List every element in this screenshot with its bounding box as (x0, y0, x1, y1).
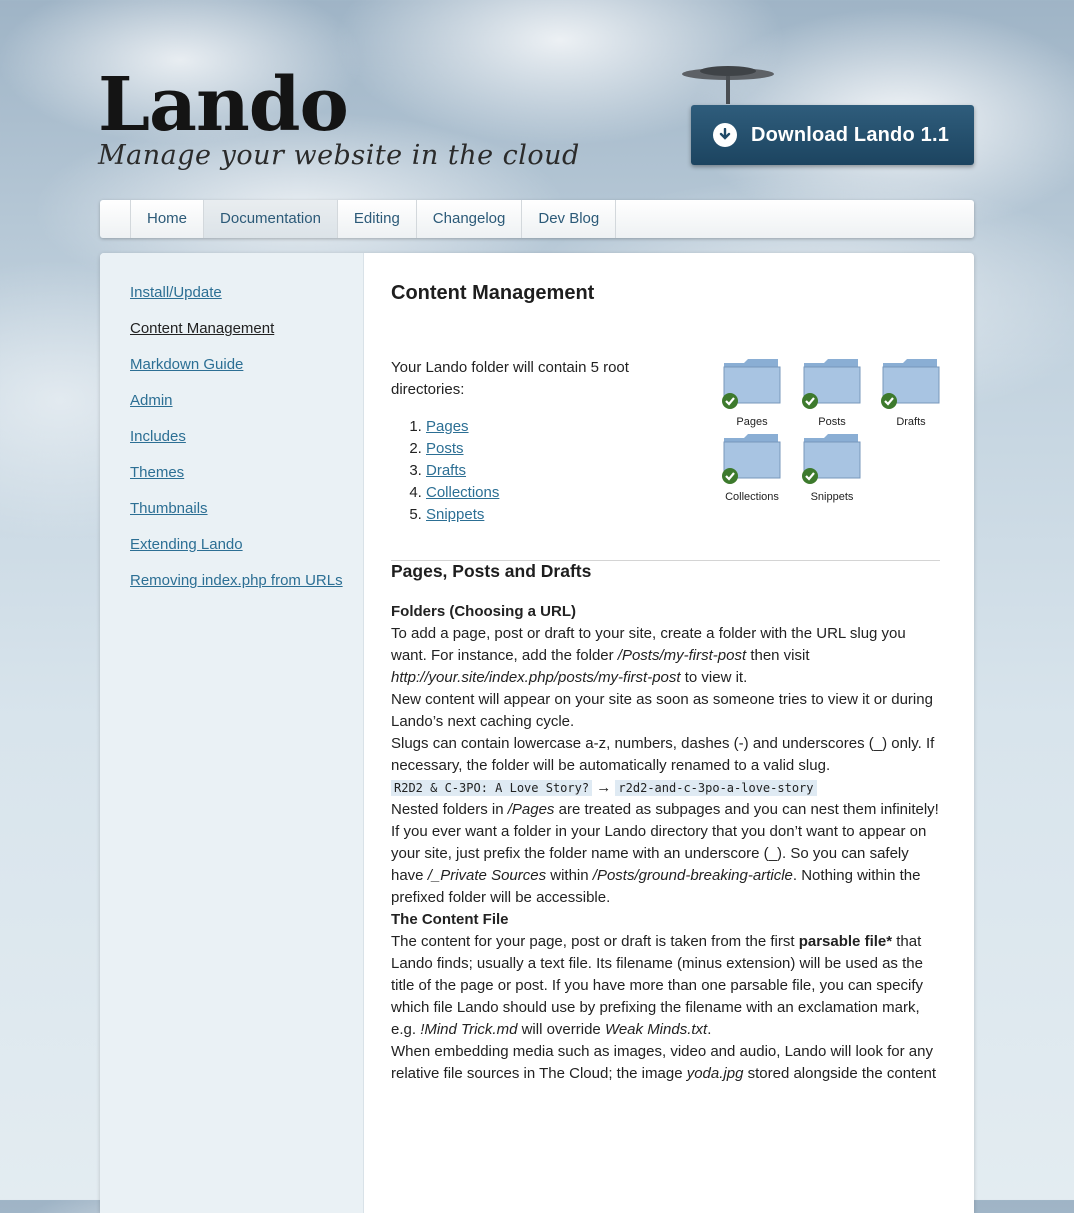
section-title: Pages, Posts and Drafts (391, 561, 592, 581)
sidebar-item-thumbnails[interactable]: Thumbnails (130, 500, 208, 517)
download-icon (713, 123, 737, 147)
download-button[interactable]: Download Lando 1.1 (691, 105, 974, 165)
link-collections[interactable]: Collections (426, 484, 499, 501)
nav-home[interactable]: Home (130, 200, 203, 238)
content-file-heading: The Content File (391, 911, 509, 928)
folder-icon (722, 359, 781, 409)
page-title: Content Management (391, 282, 595, 304)
folder-icon (881, 359, 940, 409)
list-item: Posts (426, 438, 499, 460)
sidebar-item-content-management[interactable]: Content Management (130, 320, 274, 337)
intro-section: Content Management Your Lando folder wil… (391, 282, 943, 523)
list-item: Drafts (426, 460, 499, 482)
sidebar: Install/Update Content Management Markdo… (100, 253, 364, 1213)
nav-documentation[interactable]: Documentation (203, 200, 337, 238)
link-posts[interactable]: Posts (426, 440, 464, 457)
folders-heading: Folders (Choosing a URL) (391, 603, 576, 620)
sidebar-item-markdown-guide[interactable]: Markdown Guide (130, 356, 243, 373)
folder-icon (802, 359, 861, 409)
nav-changelog[interactable]: Changelog (415, 200, 522, 238)
link-pages[interactable]: Pages (426, 418, 469, 435)
download-label: Download Lando 1.1 (751, 123, 950, 146)
nav-dev-blog[interactable]: Dev Blog (521, 200, 617, 238)
logo-title: Lando (98, 62, 349, 148)
folder-label: Posts (818, 416, 846, 428)
paragraph-folders: To add a page, post or draft to your sit… (391, 625, 906, 686)
list-item: Collections (426, 482, 499, 504)
paragraph-nested: Nested folders in /Pages are treated as … (391, 801, 939, 818)
paragraph-media: When embedding media such as images, vid… (391, 1043, 937, 1082)
folder-posts: Posts (800, 357, 864, 428)
root-dirs-list: Pages Posts Drafts Collections Snippets (391, 416, 499, 526)
link-drafts[interactable]: Drafts (426, 462, 466, 479)
paragraph-slugs: Slugs can contain lowercase a-z, numbers… (391, 735, 935, 774)
sidebar-item-includes[interactable]: Includes (130, 428, 186, 445)
folder-label: Snippets (810, 491, 854, 503)
logo-tagline: Manage your website in the cloud (98, 140, 580, 171)
sidebar-item-install-update[interactable]: Install/Update (130, 284, 222, 301)
paragraph-private: If you ever want a folder in your Lando … (391, 823, 927, 906)
code-to: r2d2-and-c-3po-a-love-story (615, 780, 817, 796)
folder-collections: Collections (720, 432, 784, 503)
folder-label: Collections (725, 491, 779, 503)
paragraph-content-file: The content for your page, post or draft… (391, 933, 923, 1038)
sidebar-item-extending-lando[interactable]: Extending Lando (130, 536, 243, 553)
nav-editing[interactable]: Editing (336, 200, 416, 238)
link-snippets[interactable]: Snippets (426, 506, 484, 523)
paragraph-new-content: New content will appear on your site as … (391, 691, 933, 730)
folder-drafts: Drafts (879, 357, 943, 428)
site-logo[interactable]: Lando Manage your website in the cloud (98, 66, 580, 171)
folder-pages: Pages (720, 357, 784, 428)
slug-example: R2D2 & C-3PO: A Love Story? → r2d2-and-c… (391, 777, 940, 799)
sidebar-item-themes[interactable]: Themes (130, 464, 184, 481)
main-nav: Home Documentation Editing Changelog Dev… (100, 200, 974, 238)
list-item: Snippets (426, 504, 499, 526)
folder-label: Drafts (896, 416, 926, 428)
content-area: Content Management Your Lando folder wil… (391, 253, 940, 1085)
code-from: R2D2 & C-3PO: A Love Story? (391, 780, 593, 796)
folder-icon (802, 434, 861, 484)
sidebar-item-removing-index-php[interactable]: Removing index.php from URLs (130, 572, 343, 589)
main-panel: Install/Update Content Management Markdo… (100, 253, 974, 1213)
sidebar-item-admin[interactable]: Admin (130, 392, 173, 409)
list-item: Pages (426, 416, 499, 438)
intro-text: Your Lando folder will contain 5 root di… (391, 359, 629, 398)
floating-city-icon (682, 66, 774, 104)
folder-snippets: Snippets (800, 432, 864, 503)
folder-icon (722, 434, 781, 484)
folder-label: Pages (736, 416, 768, 428)
arrow-icon: → (596, 779, 612, 796)
